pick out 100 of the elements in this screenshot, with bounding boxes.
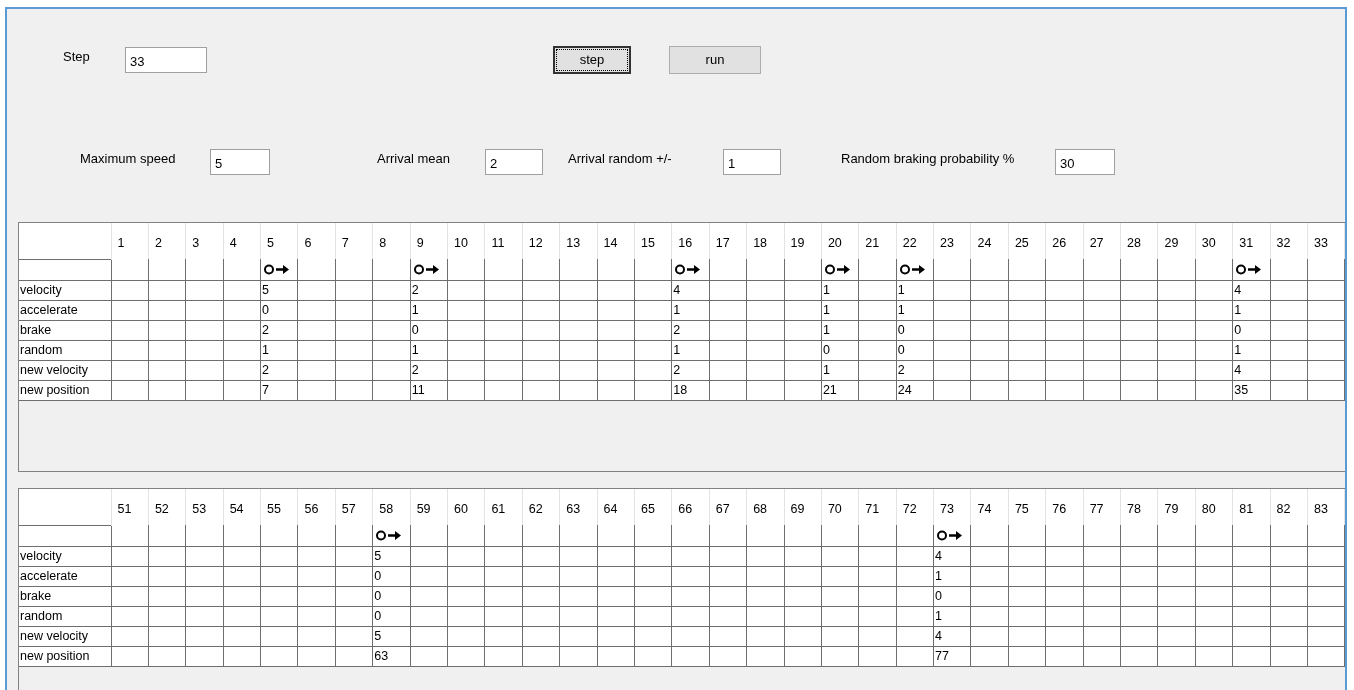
column-header: 32 xyxy=(1276,235,1291,250)
table-cell: 35 xyxy=(1234,383,1249,397)
table-cell: 1 xyxy=(822,283,830,297)
row-label: velocity xyxy=(20,283,62,297)
column-header: 83 xyxy=(1314,501,1328,516)
circle-arrow-icon xyxy=(937,529,964,541)
table-cell: 0 xyxy=(262,303,269,317)
column-header: 61 xyxy=(491,501,506,516)
table-cell: 2 xyxy=(262,363,269,377)
row-label: new position xyxy=(20,649,90,663)
table-cell: 18 xyxy=(673,383,688,397)
column-header: 4 xyxy=(229,235,237,250)
row-label: accelerate xyxy=(20,569,78,583)
column-header: 30 xyxy=(1201,235,1216,250)
row-label: new position xyxy=(20,383,90,397)
column-header: 58 xyxy=(379,501,394,516)
row-label: random xyxy=(20,343,63,357)
row-label: new velocity xyxy=(20,363,89,377)
column-header: 27 xyxy=(1089,235,1104,250)
table-cell: 2 xyxy=(897,363,905,377)
column-header: 51 xyxy=(117,501,132,516)
table-cell: 4 xyxy=(1234,283,1242,297)
parameter-field[interactable]: 1 xyxy=(723,149,781,175)
column-header: 1 xyxy=(117,235,125,250)
table-cell: 1 xyxy=(262,343,269,357)
table-cell: 1 xyxy=(1234,343,1242,357)
parameter-field[interactable]: 30 xyxy=(1055,149,1115,175)
table-cell: 0 xyxy=(374,589,382,603)
step-field[interactable]: 33 xyxy=(125,47,207,73)
column-header: 75 xyxy=(1014,501,1029,516)
column-header: 23 xyxy=(940,235,954,250)
parameter-field[interactable]: 5 xyxy=(210,149,270,175)
table-cell: 0 xyxy=(374,609,382,623)
column-header: 52 xyxy=(154,501,169,516)
row-label: velocity xyxy=(20,549,62,563)
column-header: 29 xyxy=(1164,235,1179,250)
column-header: 79 xyxy=(1164,501,1179,516)
table-cell: 4 xyxy=(935,549,943,563)
column-header: 18 xyxy=(753,235,768,250)
simulation-button[interactable]: run xyxy=(669,46,761,74)
table-cell: 0 xyxy=(897,343,905,357)
table-cell: 0 xyxy=(822,343,830,357)
table-cell: 1 xyxy=(897,283,905,297)
table-cell: 63 xyxy=(374,649,389,663)
table-cell: 1 xyxy=(935,569,943,583)
table-cell: 2 xyxy=(411,363,419,377)
row-label: brake xyxy=(20,589,52,603)
circle-arrow-icon xyxy=(264,263,291,275)
table-cell: 1 xyxy=(822,363,830,377)
table-cell: 77 xyxy=(935,649,949,663)
column-header: 6 xyxy=(304,235,312,250)
column-header: 68 xyxy=(753,501,768,516)
row-label: brake xyxy=(20,323,52,337)
column-header: 57 xyxy=(341,501,356,516)
table-cell: 2 xyxy=(411,283,419,297)
table-cell: 1 xyxy=(897,303,905,317)
simulation-button[interactable]: step xyxy=(553,46,631,74)
table-cell: 0 xyxy=(897,323,905,337)
column-header: 82 xyxy=(1276,501,1291,516)
column-header: 28 xyxy=(1127,235,1141,250)
table-cell: 5 xyxy=(374,549,382,563)
table-cell: 0 xyxy=(411,323,419,337)
column-header: 69 xyxy=(790,501,805,516)
column-header: 54 xyxy=(229,501,244,516)
column-header: 25 xyxy=(1014,235,1029,250)
column-header: 33 xyxy=(1314,235,1328,250)
column-header: 22 xyxy=(902,235,917,250)
table-cell: 0 xyxy=(935,589,943,603)
column-header: 55 xyxy=(267,501,281,516)
circle-arrow-icon xyxy=(675,263,702,275)
column-header: 56 xyxy=(304,501,319,516)
table-cell: 2 xyxy=(673,363,681,377)
column-header: 53 xyxy=(192,501,207,516)
column-header: 60 xyxy=(454,501,468,516)
column-header: 65 xyxy=(640,501,655,516)
table-cell: 21 xyxy=(822,383,837,397)
table-cell: 1 xyxy=(673,343,681,357)
column-header: 62 xyxy=(528,501,543,516)
column-header: 15 xyxy=(640,235,655,250)
column-header: 11 xyxy=(491,235,505,250)
column-header: 63 xyxy=(566,501,581,516)
column-header: 70 xyxy=(827,501,842,516)
row-label: accelerate xyxy=(20,303,78,317)
column-header: 12 xyxy=(528,235,543,250)
circle-arrow-icon xyxy=(824,263,851,275)
column-header: 74 xyxy=(977,501,992,516)
column-header: 8 xyxy=(379,235,387,250)
column-header: 31 xyxy=(1239,235,1254,250)
column-header: 24 xyxy=(977,235,992,250)
table-cell: 1 xyxy=(935,609,943,623)
column-header: 10 xyxy=(454,235,468,250)
column-header: 76 xyxy=(1052,501,1067,516)
table-cell: 24 xyxy=(897,383,912,397)
parameter-field[interactable]: 2 xyxy=(485,149,543,175)
column-header: 5 xyxy=(267,235,274,250)
table-cell: 1 xyxy=(411,303,419,317)
table-cell: 0 xyxy=(374,569,382,583)
column-header: 66 xyxy=(678,501,693,516)
parameter-label: Arrival mean xyxy=(377,150,451,169)
table-cell: 11 xyxy=(411,383,425,397)
